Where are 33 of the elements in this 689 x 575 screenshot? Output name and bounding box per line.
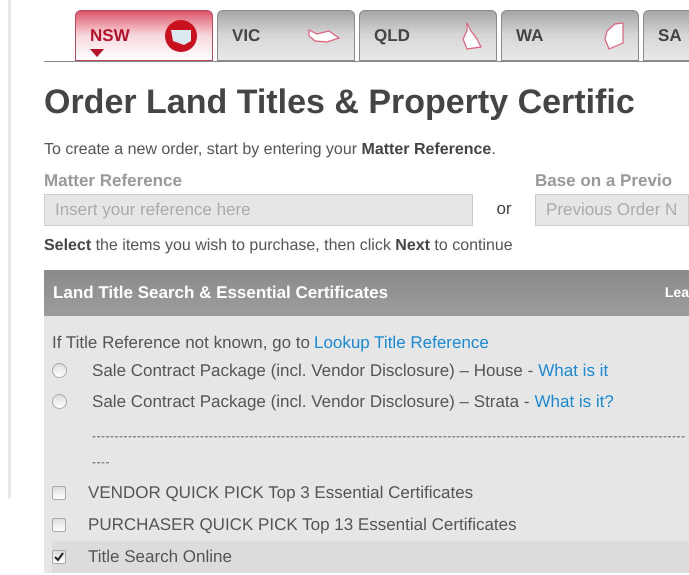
lookup-hint: If Title Reference not known, go to — [52, 332, 310, 354]
option-label: Sale Contract Package (incl. Vendor Disclosure) – House - — [92, 360, 534, 382]
intro-text: To create a new order, start by entering your Matter Reference. — [44, 140, 497, 160]
checkbox[interactable] — [52, 518, 66, 532]
matter-reference-field[interactable]: Insert your reference here — [44, 194, 473, 226]
instruction-text: Select the items you wish to purchase, then click Next to continue — [44, 236, 514, 256]
option-label: Title Search Online — [88, 546, 232, 568]
or-text: or — [495, 198, 513, 220]
radio-button[interactable] — [52, 394, 67, 409]
field-label: Base on a Previo — [535, 170, 674, 192]
dashed-separator: ---------------------------------------------------------------------------------------------------------------------------------------- — [92, 428, 686, 471]
panel-header-text: Lea — [664, 283, 689, 302]
state-map-icon — [462, 22, 482, 50]
option-label: Sale Contract Package (incl. Vendor Disclosure) – Strata - — [92, 390, 530, 413]
radio-button[interactable] — [52, 363, 67, 378]
state-map-icon — [308, 28, 340, 42]
checkbox[interactable] — [52, 550, 66, 564]
previous-order-field[interactable]: Previous Order N — [535, 194, 689, 226]
state-tab[interactable]: SA — [643, 10, 689, 61]
panel-title: Land Title Search & Essential Certificates — [53, 282, 388, 304]
checkmark-icon — [54, 552, 64, 562]
map-circle-icon — [164, 18, 198, 52]
state-map-icon — [604, 22, 624, 50]
state-tab[interactable]: QLD — [359, 10, 497, 61]
state-tab[interactable]: WA — [501, 10, 639, 61]
caret-icon — [90, 49, 104, 57]
field-label: Matter Reference — [44, 170, 183, 192]
page-title: Order Land Titles & Property Certific — [44, 82, 636, 122]
option-label: PURCHASER QUICK PICK Top 13 Essential Certificates — [88, 514, 517, 536]
option-label: VENDOR QUICK PICK Top 3 Essential Certificates — [88, 482, 474, 504]
state-tab[interactable]: NSW — [75, 10, 213, 61]
state-tab[interactable]: VIC — [217, 10, 355, 61]
checkbox[interactable] — [52, 486, 66, 500]
